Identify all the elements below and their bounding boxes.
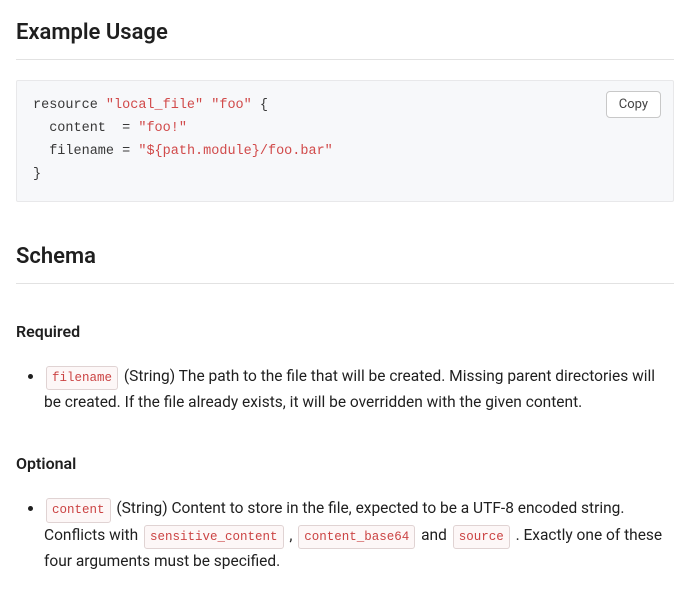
heading-schema: Schema [16, 240, 674, 273]
arg-ref-content-base64: content_base64 [298, 525, 415, 550]
arg-content: content [46, 498, 111, 523]
divider [16, 283, 674, 284]
code-token: filename [49, 144, 114, 159]
code-token: } [33, 167, 41, 182]
list-item: content (String) Content to store in the… [44, 496, 674, 575]
code-token: "foo!" [138, 121, 187, 136]
code-block: Copy resource "local_file" "foo" { conte… [16, 80, 674, 202]
code-token: content [49, 121, 106, 136]
code-content: resource "local_file" "foo" { content = … [33, 95, 657, 187]
list-item: filename (String) The path to the file t… [44, 364, 674, 416]
heading-example-usage: Example Usage [16, 16, 674, 49]
text-sep: , [286, 526, 297, 544]
optional-list: content (String) Content to store in the… [16, 496, 674, 575]
code-token: "${path.module}/foo.bar" [138, 144, 332, 159]
code-token: "local_file" [106, 98, 203, 113]
arg-ref-source: source [453, 525, 510, 550]
code-token: = [122, 121, 130, 136]
code-token: { [260, 98, 268, 113]
arg-filename: filename [46, 366, 118, 391]
arg-ref-sensitive-content: sensitive_content [144, 525, 284, 550]
divider [16, 59, 674, 60]
heading-required: Required [16, 320, 674, 344]
copy-button[interactable]: Copy [606, 91, 661, 118]
code-token: = [122, 144, 130, 159]
arg-description: (String) The path to the file that will … [44, 367, 655, 412]
text-sep: and [417, 526, 450, 544]
heading-optional: Optional [16, 452, 674, 476]
required-list: filename (String) The path to the file t… [16, 364, 674, 416]
code-token: "foo" [211, 98, 252, 113]
code-token: resource [33, 98, 98, 113]
